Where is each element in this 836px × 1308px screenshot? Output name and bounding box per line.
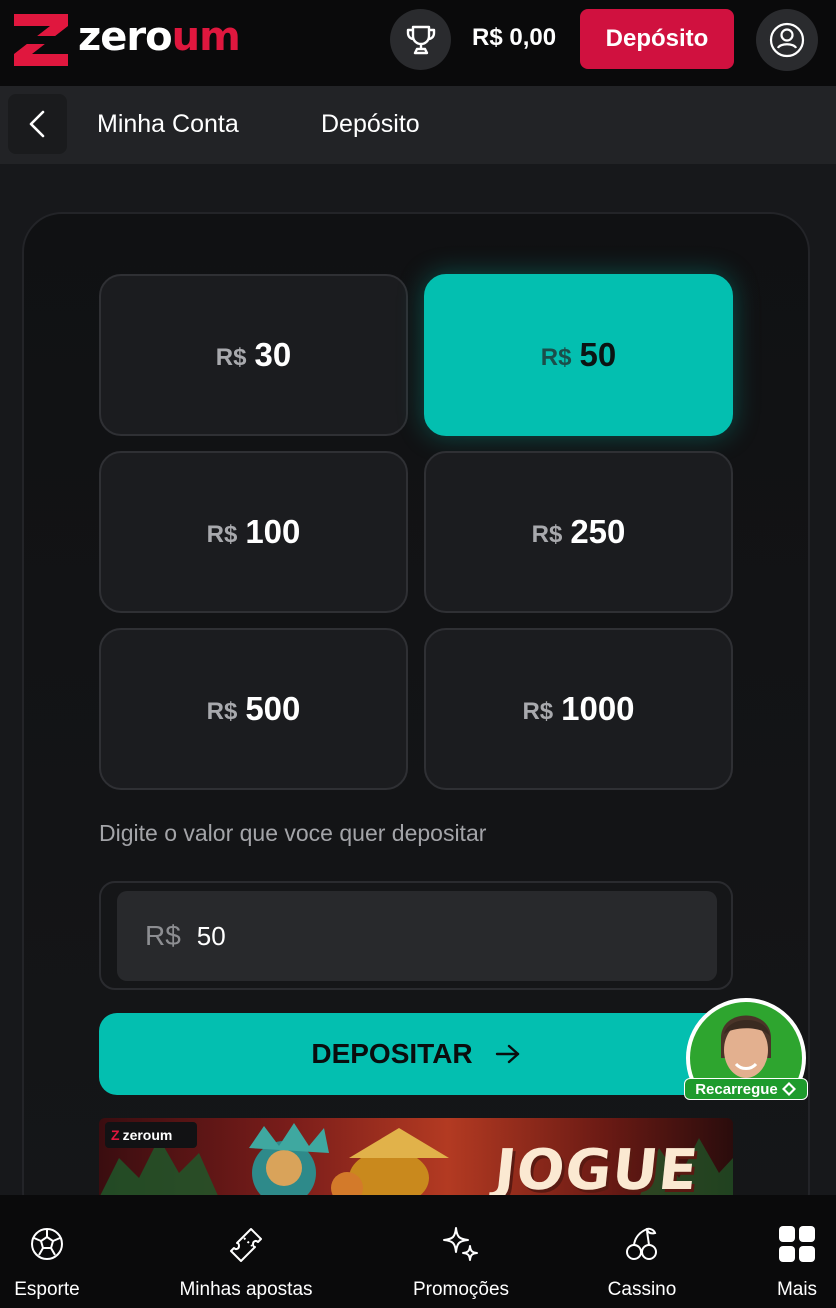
amount-value: 50: [579, 336, 617, 373]
currency-label: R$: [540, 344, 572, 371]
currency-label: R$: [522, 698, 554, 725]
nav-item-minhas-apostas[interactable]: Minhas apostas: [166, 1195, 326, 1308]
sparkles-icon: [441, 1223, 481, 1265]
back-button[interactable]: [8, 94, 67, 154]
amount-value: 30: [254, 336, 292, 373]
banner-logo: Zzeroum: [105, 1122, 197, 1148]
breadcrumb: Minha Conta Depósito: [0, 86, 836, 164]
deposit-prompt-label: Digite o valor que voce quer depositar: [99, 820, 487, 846]
pix-icon: [781, 1082, 796, 1096]
promo-banner[interactable]: Zzeroum JOGUE: [99, 1118, 733, 1198]
grid-icon: [778, 1223, 816, 1265]
arrow-right-icon: [495, 1043, 521, 1065]
currency-label: R$: [531, 521, 563, 548]
input-currency-prefix: R$: [145, 920, 181, 951]
depositar-button[interactable]: DEPOSITAR: [99, 1013, 733, 1095]
banner-title: JOGUE: [491, 1138, 702, 1198]
currency-label: R$: [206, 521, 238, 548]
logo-text: zeroum: [78, 14, 241, 60]
nav-item-esporte[interactable]: Esporte: [0, 1195, 94, 1308]
user-account-button[interactable]: [756, 9, 818, 71]
top-header: zeroum R$ 0,00 Depósito: [0, 0, 836, 86]
brand-logo[interactable]: zeroum: [14, 14, 241, 66]
currency-label: R$: [206, 698, 238, 725]
recarregue-widget[interactable]: Recarregue: [684, 988, 808, 1116]
amount-value: 500: [245, 690, 301, 727]
soccer-ball-icon: [29, 1223, 65, 1265]
deposit-header-button[interactable]: Depósito: [580, 9, 734, 69]
balance-display: R$ 0,00: [472, 24, 557, 51]
nav-item-cassino[interactable]: Cassino: [596, 1195, 688, 1308]
amount-option-50[interactable]: R$ 50: [424, 274, 733, 436]
amount-option-1000[interactable]: R$ 1000: [424, 628, 733, 790]
chevron-left-icon: [29, 110, 44, 138]
amount-input-container: R$: [99, 881, 733, 990]
amount-option-500[interactable]: R$ 500: [99, 628, 408, 790]
breadcrumb-item-minha-conta[interactable]: Minha Conta: [97, 110, 239, 139]
ticket-icon: [227, 1223, 265, 1265]
amount-option-100[interactable]: R$ 100: [99, 451, 408, 613]
amount-option-250[interactable]: R$ 250: [424, 451, 733, 613]
logo-z-icon: [14, 14, 68, 66]
amount-input[interactable]: [196, 920, 597, 952]
user-icon: [769, 22, 805, 58]
amount-value: 100: [245, 513, 301, 550]
amount-option-30[interactable]: R$ 30: [99, 274, 408, 436]
recarregue-label: Recarregue: [684, 1078, 808, 1100]
trophy-button[interactable]: [390, 9, 451, 70]
breadcrumb-item-deposito: Depósito: [321, 110, 420, 138]
depositar-label: DEPOSITAR: [311, 1038, 473, 1069]
cherries-icon: [623, 1223, 661, 1265]
amount-input-box[interactable]: R$: [117, 891, 717, 981]
nav-item-promocoes[interactable]: Promoções: [400, 1195, 522, 1308]
amount-value: 250: [570, 513, 626, 550]
amount-value: 1000: [561, 690, 635, 727]
currency-label: R$: [215, 344, 247, 371]
trophy-icon: [406, 25, 435, 54]
bottom-nav: Esporte Minhas apostas Promoções Cassino…: [0, 1195, 836, 1308]
nav-item-mais[interactable]: Mais: [764, 1195, 830, 1308]
